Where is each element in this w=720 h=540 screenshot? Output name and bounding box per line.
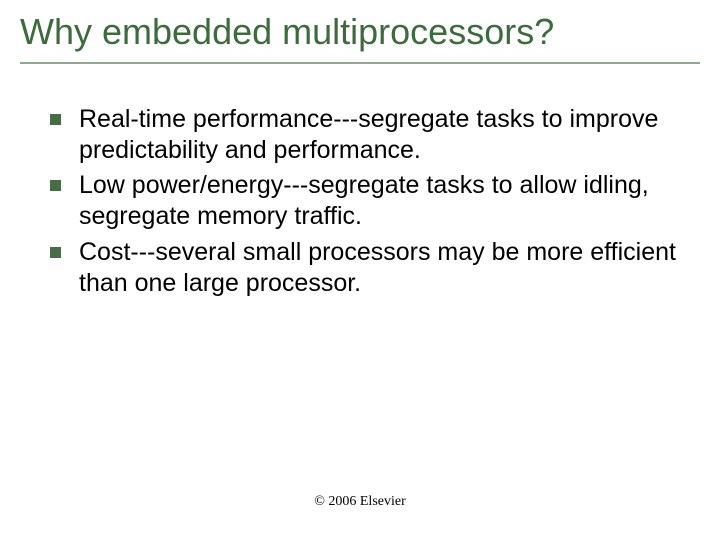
list-item: Real-time performance---segregate tasks … [50,104,680,167]
list-item: Cost---several small processors may be m… [50,237,680,300]
slide-footer: © 2006 Elsevier [0,494,720,510]
slide-container: Why embedded multiprocessors? Real-time … [0,0,720,540]
list-item: Low power/energy---segregate tasks to al… [50,170,680,233]
bullet-list: Real-time performance---segregate tasks … [50,104,680,300]
square-bullet-icon [50,114,61,125]
slide-content: Real-time performance---segregate tasks … [0,64,720,300]
title-container: Why embedded multiprocessors? [0,0,720,64]
bullet-text: Real-time performance---segregate tasks … [79,104,680,167]
square-bullet-icon [50,247,61,258]
bullet-text: Cost---several small processors may be m… [79,237,680,300]
bullet-text: Low power/energy---segregate tasks to al… [79,170,680,233]
slide-title: Why embedded multiprocessors? [20,12,700,64]
square-bullet-icon [50,180,61,191]
